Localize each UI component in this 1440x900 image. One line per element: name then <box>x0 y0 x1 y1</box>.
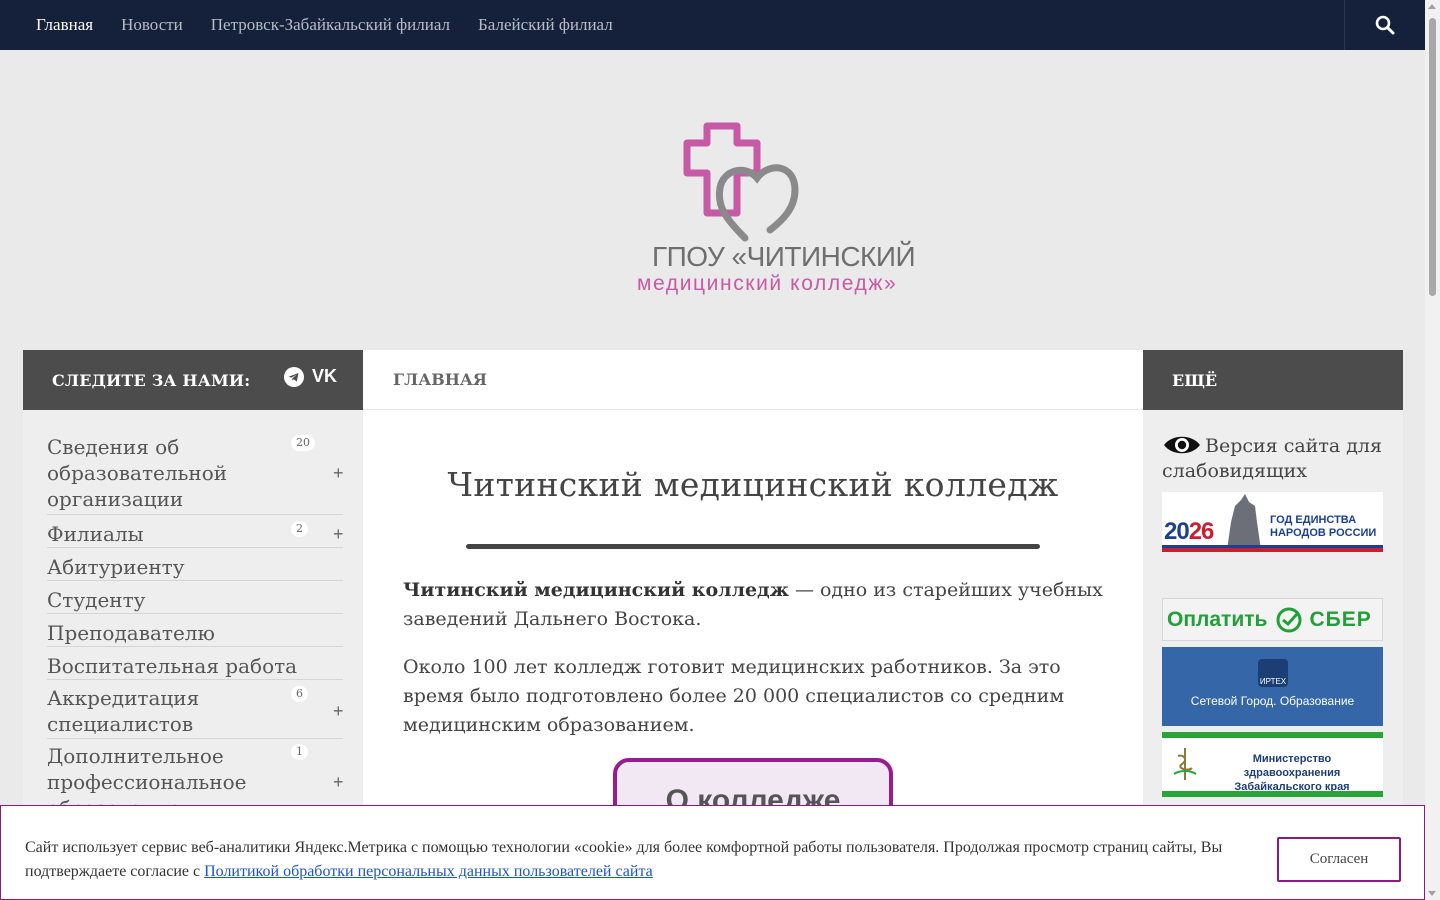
logo-line-1: ГПОУ «ЧИТИНСКИЙ <box>652 241 916 272</box>
expand-plus-icon[interactable]: + <box>333 521 344 547</box>
scrollbar-thumb[interactable] <box>1429 18 1436 296</box>
menu-item-label: Преподавателю <box>47 621 215 645</box>
eye-icon <box>1164 436 1200 454</box>
monument-icon <box>1227 494 1261 550</box>
menu-item-label: Филиалы <box>47 522 144 546</box>
banner-year: 2026 <box>1164 518 1215 546</box>
intro-paragraph: Читинский медицинский колледж — одно из … <box>403 576 1113 634</box>
search-button[interactable] <box>1344 0 1425 50</box>
sber-pay-label: Оплатить <box>1167 607 1268 631</box>
sber-brand: СБЕР <box>1309 607 1372 631</box>
search-icon <box>1375 15 1395 35</box>
menu-item-applicants[interactable]: Абитуриенту <box>47 554 343 581</box>
nav-news[interactable]: Новости <box>121 15 183 35</box>
scroll-down-arrow-icon[interactable] <box>1428 891 1436 896</box>
follow-us-header: СЛЕДИТЕ ЗА НАМИ: VK <box>23 350 363 410</box>
page-title: Читинский медицинский колледж <box>447 465 1059 504</box>
menu-item-label: Сведения об образовательной организации <box>47 435 228 511</box>
count-badge: 2 <box>291 521 308 537</box>
year-part-a: 20 <box>1164 518 1190 545</box>
menu-item-label: Студенту <box>47 588 146 612</box>
page-scrollbar[interactable] <box>1425 0 1440 900</box>
network-city-banner[interactable]: ИРТЕХ Сетевой Город. Образование <box>1162 647 1383 726</box>
college-logo[interactable]: ГПОУ «ЧИТИНСКИЙ медицинский колледж» <box>630 118 950 308</box>
top-navigation: Главная Новости Петровск-Забайкальский ф… <box>0 0 1425 50</box>
expand-plus-icon[interactable]: + <box>333 769 344 795</box>
sber-check-icon <box>1276 607 1302 632</box>
menu-item-education-work[interactable]: Воспитательная работа <box>47 653 343 680</box>
title-divider <box>466 544 1040 549</box>
count-badge: 6 <box>291 686 308 702</box>
privacy-policy-link[interactable]: Политикой обработки персональных данных … <box>204 863 653 880</box>
menu-item-branches[interactable]: Филиалы 2 + <box>47 521 344 548</box>
banner-stripe-red <box>1162 548 1383 552</box>
nav-baley-branch[interactable]: Балейский филиал <box>478 15 613 35</box>
menu-item-org-info[interactable]: Сведения об образовательной организации … <box>47 434 344 515</box>
menu-item-teachers[interactable]: Преподавателю <box>47 620 343 647</box>
vk-icon[interactable]: VK <box>312 366 337 387</box>
breadcrumb-home[interactable]: ГЛАВНАЯ <box>393 370 487 389</box>
menu-item-label: Аккредитация специалистов <box>47 686 200 736</box>
intro-bold: Читинский медицинский колледж <box>403 579 789 601</box>
unity-year-banner[interactable]: 2026 ГОД ЕДИНСТВА НАРОДОВ РОССИИ <box>1162 492 1383 552</box>
cookie-message: Сайт использует сервис веб-аналитики Янд… <box>25 836 1255 884</box>
menu-item-label: Воспитательная работа <box>47 654 298 678</box>
scroll-up-arrow-icon[interactable] <box>1428 4 1436 9</box>
banner-unity-text: ГОД ЕДИНСТВА НАРОДОВ РОССИИ <box>1270 514 1377 539</box>
telegram-icon[interactable] <box>284 367 304 387</box>
more-label: ЕЩЁ <box>1172 370 1218 390</box>
irtech-logo-icon: ИРТЕХ <box>1258 659 1288 687</box>
history-paragraph: Около 100 лет колледж готовит медицински… <box>403 656 1065 736</box>
menu-item-students[interactable]: Студенту <box>47 587 343 614</box>
year-part-b: 26 <box>1188 518 1215 545</box>
network-city-text: Сетевой Город. Образование <box>1190 694 1355 708</box>
ministry-text: Министерство здравоохранения Забайкальск… <box>1234 753 1350 793</box>
breadcrumb: ГЛАВНАЯ <box>363 350 1143 410</box>
count-badge: 20 <box>291 435 315 451</box>
nav-petrovsk-branch[interactable]: Петровск-Забайкальский филиал <box>211 15 450 35</box>
sber-logo: СБЕР <box>1275 606 1371 634</box>
expand-plus-icon[interactable]: + <box>333 698 344 724</box>
cross-heart-logo-icon <box>683 122 799 242</box>
logo-line-2: медицинский колледж» <box>637 272 898 295</box>
low-vision-link[interactable]: Версия сайта для слабовидящих <box>1162 432 1392 484</box>
menu-item-accreditation[interactable]: Аккредитация специалистов 6 + <box>47 685 344 739</box>
cookie-agree-button[interactable]: Согласен <box>1277 837 1401 882</box>
nav-home[interactable]: Главная <box>36 15 93 35</box>
expand-plus-icon[interactable]: + <box>333 460 344 486</box>
ministry-health-banner[interactable]: Министерство здравоохранения Забайкальск… <box>1162 732 1383 797</box>
more-header: ЕЩЁ <box>1143 350 1403 410</box>
menu-item-label: Абитуриенту <box>47 555 185 579</box>
ministry-emblem-icon <box>1173 748 1197 780</box>
follow-us-label: СЛЕДИТЕ ЗА НАМИ: <box>52 370 251 390</box>
cookie-consent-bar: Сайт использует сервис веб-аналитики Янд… <box>0 805 1425 900</box>
count-badge: 1 <box>291 744 308 760</box>
sber-pay-banner[interactable]: Оплатить СБЕР <box>1162 598 1383 641</box>
